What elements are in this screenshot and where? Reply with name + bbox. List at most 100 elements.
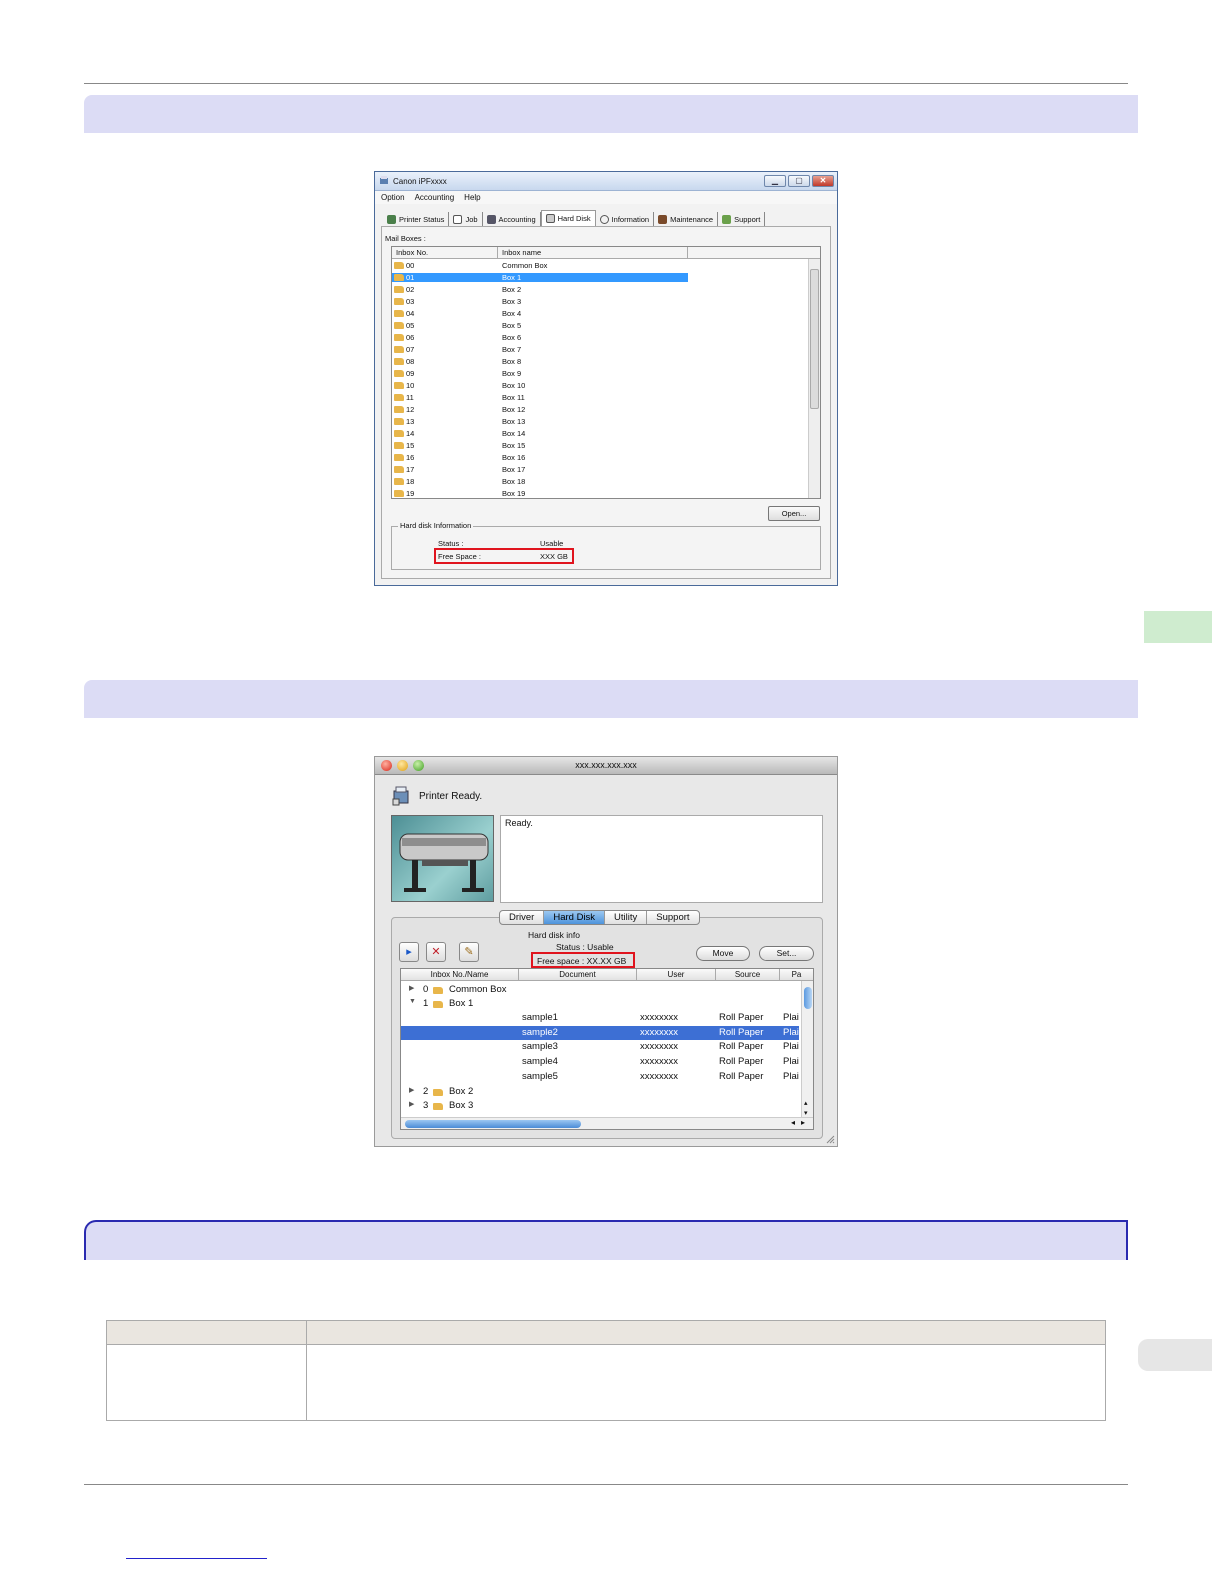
tab-accounting[interactable]: Accounting: [483, 212, 541, 226]
inbox-name-cell: Box 12: [502, 404, 526, 414]
col-source[interactable]: Source: [716, 969, 780, 980]
minimize-button[interactable]: ▁: [764, 175, 786, 187]
tab-utility[interactable]: Utility: [605, 911, 648, 924]
inbox-no-cell: 07: [392, 345, 498, 354]
mailbox-row[interactable]: 00 Common Box: [392, 259, 820, 271]
mailbox-row[interactable]: 15 Box 15: [392, 439, 820, 451]
mailbox-row[interactable]: 13 Box 13: [392, 415, 820, 427]
mailbox-row[interactable]: 14 Box 14: [392, 427, 820, 439]
tab-printer-status[interactable]: Printer Status: [383, 212, 450, 226]
job-user-cell: xxxxxxxx: [640, 1056, 678, 1068]
tab-information[interactable]: Information: [596, 212, 655, 226]
expand-triangle-icon[interactable]: ▶: [409, 984, 414, 992]
scroll-down-arrow-icon[interactable]: ▾: [804, 1109, 808, 1117]
scroll-left-arrow-icon[interactable]: ◂: [791, 1118, 795, 1127]
tab-support[interactable]: Support: [718, 212, 766, 226]
job-row[interactable]: sample2 xxxxxxxx Roll Paper Plai: [401, 1025, 799, 1040]
folder-icon: [433, 1001, 443, 1008]
tool-button[interactable]: ✎: [459, 942, 479, 962]
large-format-printer-image: [399, 833, 489, 892]
open-button[interactable]: Open...: [768, 506, 820, 521]
header-cell: [107, 1321, 307, 1344]
tab-driver[interactable]: Driver: [500, 911, 545, 924]
move-button[interactable]: Move: [696, 946, 750, 961]
col-inbox-no[interactable]: Inbox No.: [392, 247, 498, 258]
print-job-button[interactable]: ▸: [399, 942, 419, 962]
top-rule: [84, 83, 1128, 84]
accounting-icon: [486, 214, 496, 224]
vertical-scrollbar[interactable]: ▴ ▾: [801, 981, 813, 1117]
job-row[interactable]: sample3 xxxxxxxx Roll Paper Plai: [401, 1040, 799, 1054]
box-row[interactable]: ▼ 1 Box 1: [401, 997, 799, 1011]
mailbox-row[interactable]: 17 Box 17: [392, 463, 820, 475]
mailbox-list[interactable]: Inbox No. Inbox name 00 Common Box 01 Box 1…: [391, 246, 821, 499]
list-scrollbar[interactable]: [808, 259, 820, 498]
inbox-no-cell: 18: [392, 477, 498, 486]
job-pa-cell: Plai: [783, 1056, 799, 1068]
job-row[interactable]: sample5 xxxxxxxx Roll Paper Plai: [401, 1070, 799, 1084]
mailbox-row[interactable]: 04 Box 4: [392, 307, 820, 319]
col-pa[interactable]: Pa: [780, 969, 813, 980]
scroll-up-arrow-icon[interactable]: ▴: [804, 1099, 808, 1107]
mailbox-row[interactable]: 03 Box 3: [392, 295, 820, 307]
tab-maintenance[interactable]: Maintenance: [654, 212, 719, 226]
menu-option[interactable]: Option: [381, 193, 405, 202]
menu-help[interactable]: Help: [464, 193, 480, 202]
mailbox-row[interactable]: 07 Box 7: [392, 343, 820, 355]
mailbox-row[interactable]: 12 Box 12: [392, 403, 820, 415]
list-header: Inbox No. Inbox name: [392, 247, 820, 259]
menu-bar: Option Accounting Help: [375, 191, 837, 204]
inbox-no-cell: 15: [392, 441, 498, 450]
mailbox-row[interactable]: 01 Box 1: [392, 271, 820, 283]
menu-accounting[interactable]: Accounting: [415, 193, 455, 202]
job-user-cell: xxxxxxxx: [640, 1012, 678, 1023]
mailbox-row[interactable]: 11 Box 11: [392, 391, 820, 403]
tab-job[interactable]: Job: [449, 212, 483, 226]
resize-grip-icon[interactable]: [825, 1134, 835, 1144]
collapse-triangle-icon[interactable]: ▼: [409, 998, 416, 1005]
col-document[interactable]: Document: [519, 969, 637, 980]
close-button[interactable]: ✕: [812, 175, 834, 187]
tab-hard-disk[interactable]: Hard Disk: [540, 210, 596, 226]
mailbox-row[interactable]: 18 Box 18: [392, 475, 820, 487]
tab-hard-disk[interactable]: Hard Disk: [544, 911, 606, 924]
expand-triangle-icon[interactable]: ▶: [409, 1086, 414, 1094]
footer-link-underline[interactable]: [126, 1558, 267, 1559]
inbox-name-cell: Box 8: [502, 356, 522, 366]
mailbox-row[interactable]: 05 Box 5: [392, 319, 820, 331]
inbox-table[interactable]: Inbox No./Name Document User Source Pa ▶…: [400, 968, 814, 1130]
maximize-button[interactable]: ▢: [788, 175, 810, 187]
tab-support[interactable]: Support: [647, 911, 698, 924]
col-inbox-name[interactable]: Inbox name: [498, 247, 688, 258]
mailbox-row[interactable]: 06 Box 6: [392, 331, 820, 343]
box-row[interactable]: ▶ 3 Box 3: [401, 1099, 799, 1113]
vertical-scroll-thumb[interactable]: [804, 987, 812, 1009]
inbox-no-cell: 01: [392, 272, 498, 282]
mailbox-row[interactable]: 10 Box 10: [392, 379, 820, 391]
horizontal-scrollbar[interactable]: ◂ ▸: [401, 1117, 813, 1129]
scroll-right-arrow-icon[interactable]: ▸: [801, 1118, 805, 1127]
col-user[interactable]: User: [637, 969, 716, 980]
box-row[interactable]: ▶ 0 Common Box: [401, 983, 799, 997]
job-user-cell: xxxxxxxx: [640, 1026, 678, 1038]
mailbox-row[interactable]: 02 Box 2: [392, 283, 820, 295]
job-pa-cell: Plai: [783, 1026, 799, 1038]
delete-job-button[interactable]: ✕: [426, 942, 446, 962]
horizontal-scroll-thumb[interactable]: [405, 1120, 581, 1128]
scroll-thumb[interactable]: [810, 269, 819, 409]
expand-triangle-icon[interactable]: ▶: [409, 1100, 414, 1108]
job-pa-cell: Plai: [783, 1070, 799, 1082]
set-button[interactable]: Set...: [759, 946, 814, 961]
folder-icon: [394, 441, 404, 449]
job-row[interactable]: sample1 xxxxxxxx Roll Paper Plai: [401, 1011, 799, 1025]
box-row[interactable]: ▶ 2 Box 2: [401, 1085, 799, 1099]
job-row[interactable]: sample4 xxxxxxxx Roll Paper Plai: [401, 1055, 799, 1069]
header-cell: [307, 1321, 1105, 1344]
mailbox-row[interactable]: 16 Box 16: [392, 451, 820, 463]
mailbox-row[interactable]: 19 Box 19: [392, 487, 820, 498]
inbox-name-cell: Box 13: [502, 416, 526, 426]
inbox-name-cell: Box 3: [502, 296, 522, 306]
col-inbox-name[interactable]: Inbox No./Name: [401, 969, 519, 980]
mailbox-row[interactable]: 08 Box 8: [392, 355, 820, 367]
mailbox-row[interactable]: 09 Box 9: [392, 367, 820, 379]
